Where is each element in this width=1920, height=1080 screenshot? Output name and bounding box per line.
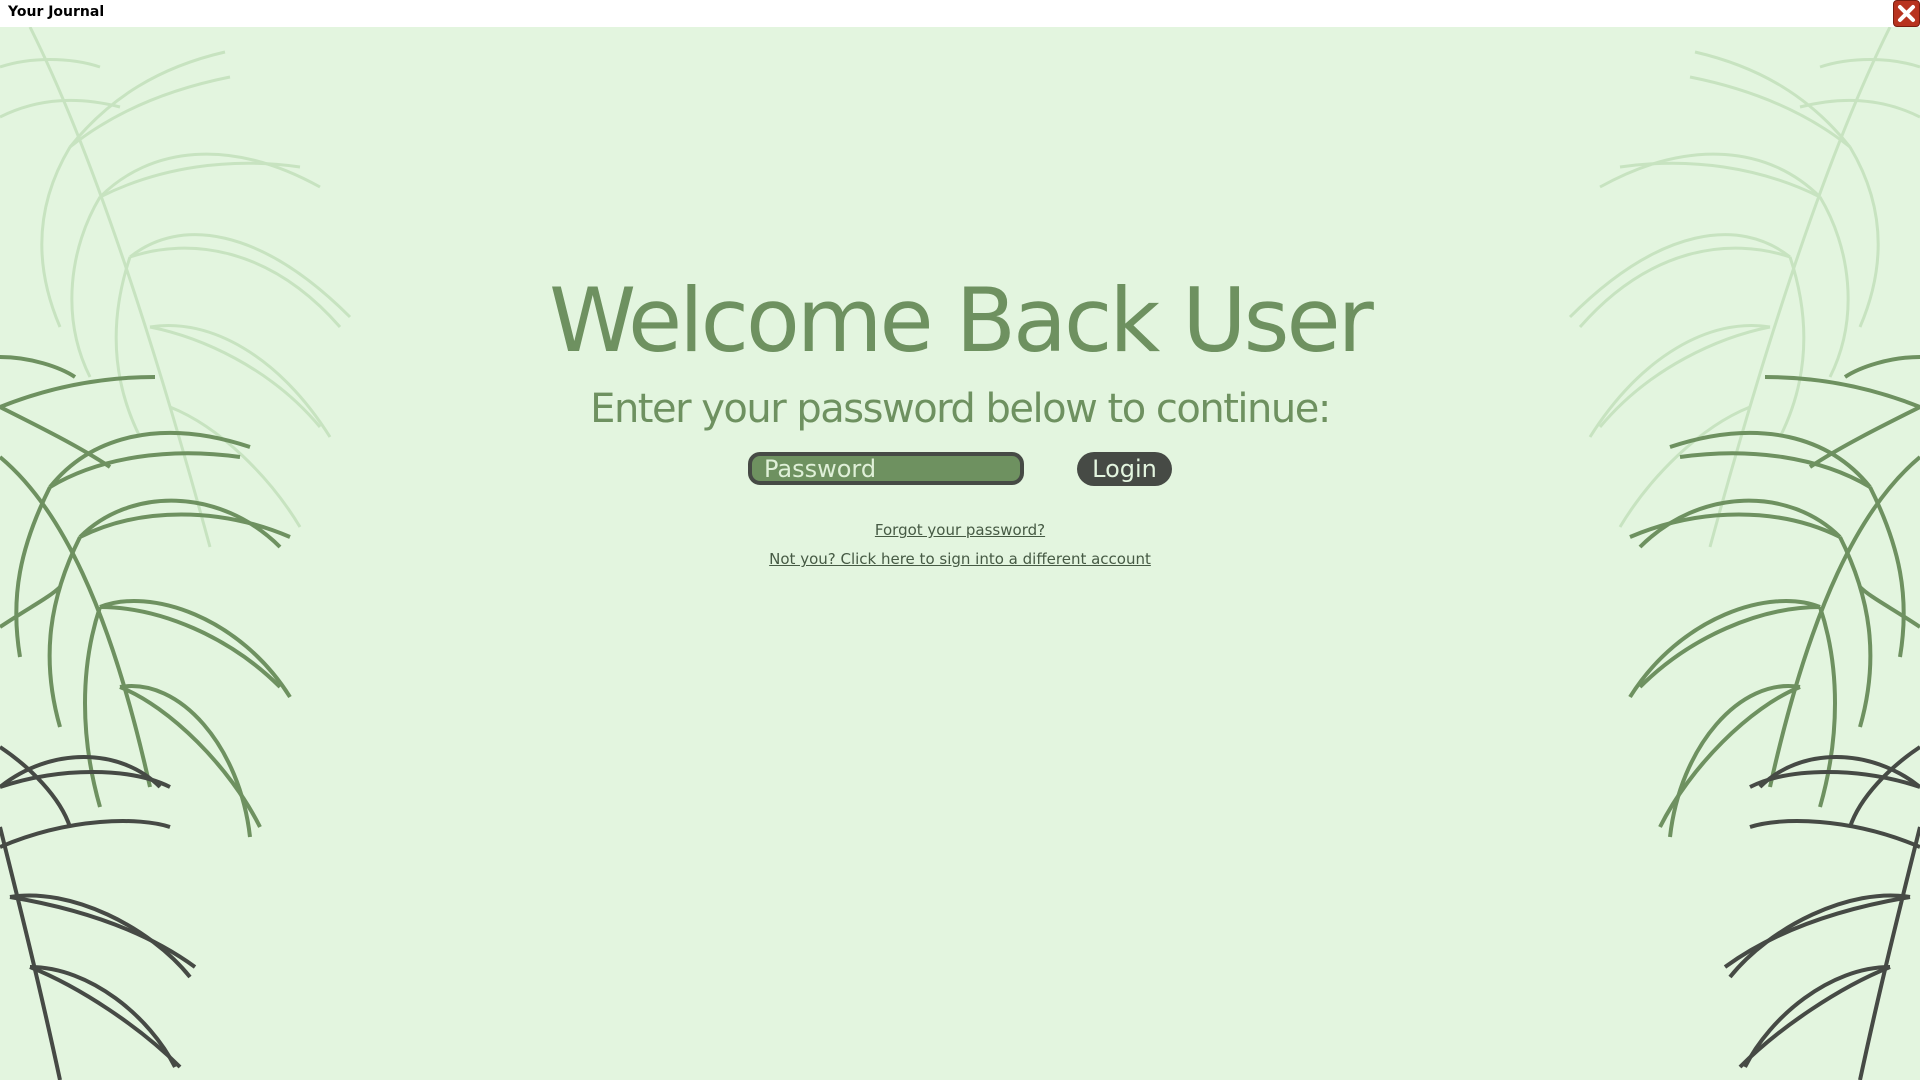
login-screen: Welcome Back User Enter your password be… [0,27,1920,1080]
login-button[interactable]: Login [1077,452,1172,486]
instruction-subheading: Enter your password below to continue: [590,386,1331,432]
forgot-password-link[interactable]: Forgot your password? [0,521,1920,539]
title-bar: Your Journal [0,0,1920,27]
close-button[interactable] [1893,0,1920,27]
welcome-heading: Welcome Back User [549,269,1374,372]
close-icon [1898,5,1915,22]
window-title: Your Journal [8,4,105,20]
password-input[interactable] [748,452,1024,485]
switch-account-link[interactable]: Not you? Click here to sign into a diffe… [0,550,1920,568]
